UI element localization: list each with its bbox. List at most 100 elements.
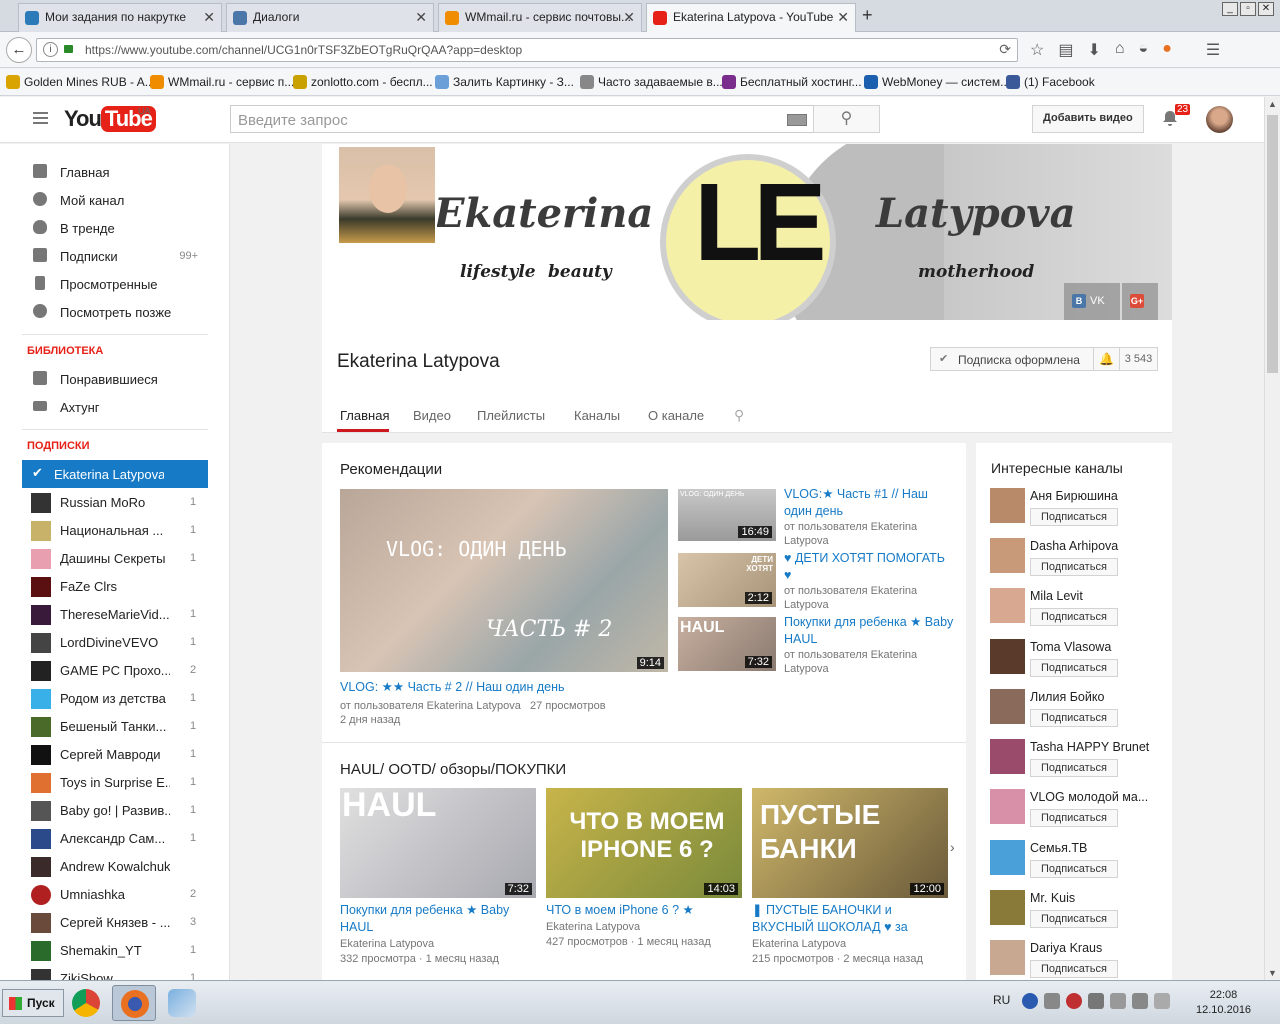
star-icon[interactable]: ☆ — [1030, 40, 1044, 60]
channel-name[interactable]: Dariya Kraus — [1030, 941, 1165, 955]
bookmark-1[interactable]: Golden Mines RUB - A... — [6, 75, 155, 89]
subscription-item[interactable]: Национальная ... 1 — [0, 516, 229, 544]
channel-avatar[interactable] — [337, 145, 437, 245]
tab-videos[interactable]: Видео — [413, 408, 451, 423]
expand-icon[interactable] — [1044, 993, 1060, 1009]
channel-avatar[interactable] — [990, 739, 1025, 774]
scroll-up-icon[interactable]: ▲ — [1268, 99, 1277, 109]
channel-avatar[interactable] — [990, 689, 1025, 724]
volume-icon[interactable] — [1088, 993, 1104, 1009]
channel-name[interactable]: Mila Levit — [1030, 589, 1165, 603]
subscription-item[interactable]: ThereseMarieVid... 1 — [0, 600, 229, 628]
channel-avatar[interactable] — [990, 538, 1025, 573]
video-thumbnail[interactable]: ДЕТИ ХОТЯТ 2:12 — [678, 553, 776, 607]
video-thumbnail[interactable]: HAUL 7:32 — [678, 617, 776, 671]
channel-avatar[interactable] — [990, 488, 1025, 523]
subscribe-button[interactable]: Подписаться — [1030, 960, 1118, 978]
scrollbar-thumb[interactable] — [1267, 115, 1278, 373]
help-icon[interactable] — [1022, 993, 1038, 1009]
channel-name[interactable]: VLOG молодой ма... — [1030, 790, 1165, 804]
close-icon[interactable]: ✕ — [837, 9, 849, 26]
subscription-item[interactable]: Дашины Секреты 1 — [0, 544, 229, 572]
subscription-item[interactable]: Shemakin_YT 1 — [0, 936, 229, 964]
sidebar-item-my-channel[interactable]: Мой канал — [0, 186, 229, 214]
channel-name[interactable]: Лилия Бойко — [1030, 690, 1165, 704]
language-indicator[interactable]: RU — [993, 993, 1010, 1007]
subscribe-button[interactable]: Подписаться — [1030, 860, 1118, 878]
subscribe-button[interactable]: ✔ Подписка оформлена 🔔 3 543 — [930, 347, 1158, 371]
video-title[interactable]: ЧТО в моем iPhone 6 ? ★ — [546, 902, 736, 919]
usb-icon[interactable] — [1154, 993, 1170, 1009]
page-scrollbar[interactable]: ▲ ▼ — [1264, 97, 1280, 980]
keyboard-icon[interactable] — [787, 114, 807, 126]
channel-name[interactable]: Семья.ТВ — [1030, 841, 1165, 855]
taskbar-firefox[interactable] — [112, 985, 156, 1021]
clock[interactable]: 22:08 12.10.2016 — [1196, 988, 1251, 1018]
close-window-button[interactable]: ✕ — [1258, 2, 1274, 16]
video-thumbnail[interactable]: ПУСТЫЕ БАНКИ 12:00 — [752, 788, 948, 898]
subscribe-button[interactable]: Подписаться — [1030, 759, 1118, 777]
bookmark-5[interactable]: Часто задаваемые в... — [580, 75, 723, 89]
channel-avatar[interactable] — [990, 840, 1025, 875]
subscription-item[interactable]: Бешеный Танки... 1 — [0, 712, 229, 740]
sidebar-item-history[interactable]: Просмотренные — [0, 270, 229, 298]
subscribe-button[interactable]: Подписаться — [1030, 709, 1118, 727]
bookmark-6[interactable]: Бесплатный хостинг... — [722, 75, 862, 89]
youtube-logo[interactable]: You Tube UA — [64, 106, 156, 132]
taskbar-paint[interactable] — [160, 985, 204, 1021]
menu-icon[interactable]: ☰ — [1206, 40, 1220, 60]
bookmark-4[interactable]: Залить Картинку - З... — [435, 75, 574, 89]
channel-avatar[interactable] — [990, 639, 1025, 674]
subscribe-button[interactable]: Подписаться — [1030, 508, 1118, 526]
subscription-item[interactable]: Umniashka 2 — [0, 880, 229, 908]
subscription-item[interactable]: Russian MoRo 1 — [0, 488, 229, 516]
subscription-item[interactable]: Toys in Surprise E... 1 — [0, 768, 229, 796]
search-button[interactable]: ⚲ — [813, 105, 880, 133]
shelf-title[interactable]: HAUL/ OOTD/ обзоры/ПОКУПКИ — [340, 761, 566, 778]
close-icon[interactable]: ✕ — [623, 9, 635, 26]
video-title[interactable]: Покупки для ребенка ★ Baby HAUL — [340, 902, 530, 936]
maximize-button[interactable]: ▫ — [1240, 2, 1256, 16]
notification-bell-icon[interactable]: 🔔 — [1093, 348, 1119, 370]
subscription-item[interactable]: Andrew Kowalchuk — [0, 852, 229, 880]
bookmark-8[interactable]: (1) Facebook — [1006, 75, 1095, 89]
guide-menu-icon[interactable] — [33, 112, 48, 127]
back-button[interactable]: ← — [6, 37, 32, 63]
video-author[interactable]: Ekaterina Latypova — [340, 937, 434, 951]
subscription-item[interactable]: Baby go! | Развив... 1 — [0, 796, 229, 824]
vk-link[interactable]: B VK — [1064, 283, 1120, 320]
tab-home[interactable]: Главная — [340, 408, 389, 423]
video-title[interactable]: ❚ ПУСТЫЕ БАНОЧКИ и ВКУСНЫЙ ШОКОЛАД ♥ за — [752, 902, 932, 936]
sidebar-item-subscriptions[interactable]: Подписки 99+ — [0, 242, 229, 270]
channel-name[interactable]: Mr. Kuis — [1030, 891, 1165, 905]
bookmark-2[interactable]: WMmail.ru - сервис п... — [150, 75, 294, 89]
browser-tab-3[interactable]: WMmail.ru - сервис почтовы... ✕ — [438, 3, 642, 32]
subscription-item[interactable]: LordDivineVEVO 1 — [0, 628, 229, 656]
sidebar-item-playlist[interactable]: Ахтунг — [0, 393, 229, 421]
reload-icon[interactable]: ⟳ — [999, 41, 1011, 58]
display-icon[interactable] — [1132, 993, 1148, 1009]
channel-avatar[interactable] — [990, 789, 1025, 824]
home-icon[interactable]: ⌂ — [1115, 40, 1125, 60]
subscription-item[interactable]: GAME PC Прохо... 2 — [0, 656, 229, 684]
subscription-item-active[interactable]: ✔ Ekaterina Latypova — [22, 460, 208, 488]
tab-channels[interactable]: Каналы — [574, 408, 620, 423]
browser-tab-4[interactable]: Ekaterina Latypova - YouTube ✕ — [646, 3, 856, 32]
featured-video-thumbnail[interactable]: VLOG: ОДИН ДЕНЬ ЧАСТЬ # 2 9:14 — [340, 489, 668, 672]
subscription-item[interactable]: Сергей Князев - ... 3 — [0, 908, 229, 936]
channel-avatar[interactable] — [990, 890, 1025, 925]
browser-tab-2[interactable]: Диалоги ✕ — [226, 3, 434, 32]
upload-button[interactable]: Добавить видео — [1032, 105, 1144, 133]
bookmark-7[interactable]: WebMoney — систем... — [864, 75, 1010, 89]
video-title[interactable]: VLOG:★ Часть #1 // Наш один день — [784, 486, 954, 520]
download-icon[interactable]: ⬇ — [1087, 40, 1100, 60]
video-title[interactable]: Покупки для ребенка ★ Baby HAUL — [784, 614, 954, 648]
tab-about[interactable]: О канале — [648, 408, 704, 423]
subscription-item[interactable]: Александр Сам... 1 — [0, 824, 229, 852]
video-thumbnail[interactable]: ЧТО В МОЕМ IPHONE 6 ? 14:03 — [546, 788, 742, 898]
sidebar-item-watch-later[interactable]: Посмотреть позже — [0, 298, 229, 326]
browser-tab-1[interactable]: Мои задания по накрутке ✕ — [18, 3, 222, 32]
close-icon[interactable]: ✕ — [415, 9, 427, 26]
channel-name[interactable]: Аня Бирюшина — [1030, 489, 1165, 503]
subscribe-button[interactable]: Подписаться — [1030, 910, 1118, 928]
